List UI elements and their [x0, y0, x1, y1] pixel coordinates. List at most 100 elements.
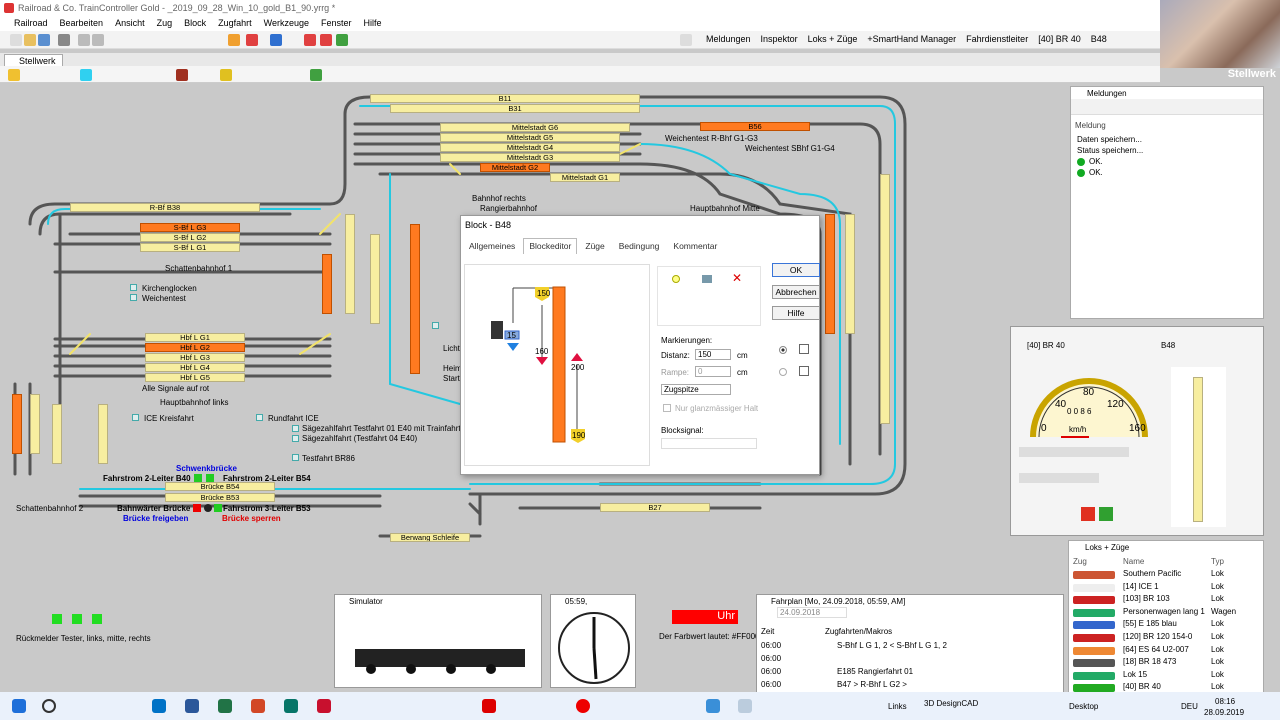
block-rbf-left[interactable] — [30, 394, 40, 454]
toolbar-loco[interactable]: [40] BR 40 — [1038, 34, 1081, 44]
block-g5[interactable]: Mittelstadt G5 — [440, 133, 620, 142]
image-tool-icon[interactable] — [310, 69, 322, 81]
block-mittelstadt-v[interactable] — [370, 234, 380, 324]
block-b41-left[interactable] — [12, 394, 22, 454]
taskbar-time[interactable]: 08:16 — [1215, 697, 1235, 706]
fahrplan-entry[interactable]: E185 Rangierfahrt 01 — [837, 667, 913, 676]
traincontroller-icon[interactable] — [738, 699, 752, 713]
redo-icon[interactable] — [92, 34, 104, 46]
taskbar-desktop[interactable]: Desktop — [1069, 702, 1098, 711]
indicator-bruecke-rot[interactable] — [193, 504, 201, 512]
indicator-bruecke-gruen[interactable] — [214, 504, 222, 512]
distanz-input[interactable]: 150 — [695, 349, 731, 360]
block-b41-v[interactable] — [345, 214, 355, 314]
brake-slider[interactable] — [1019, 473, 1099, 483]
block-editor-canvas[interactable]: 150 15 160 200 190 — [464, 264, 650, 466]
signal-icon[interactable] — [246, 34, 258, 46]
nur-glanz-checkbox[interactable] — [663, 404, 671, 412]
block-g2[interactable]: Mittelstadt G2 — [480, 163, 550, 172]
block-slg1[interactable]: S-Bf L G1 — [140, 243, 240, 252]
indicator-fahrstrom-2[interactable] — [206, 474, 214, 482]
block-b52-left[interactable] — [52, 404, 62, 464]
powerpoint-icon[interactable] — [251, 699, 265, 713]
new-icon[interactable] — [10, 34, 22, 46]
skype-icon[interactable] — [706, 699, 720, 713]
tab-kommentar[interactable]: Kommentar — [667, 238, 723, 254]
block-g3[interactable]: Mittelstadt G3 — [440, 153, 620, 162]
block-b31[interactable]: B31 — [390, 104, 640, 113]
button-saege2[interactable] — [292, 435, 299, 442]
tab-zuege[interactable]: Züge — [579, 238, 610, 254]
block-tool-icon[interactable] — [176, 69, 188, 81]
hilfe-button[interactable]: Hilfe — [772, 306, 820, 320]
button-weichentest[interactable] — [130, 294, 137, 301]
rampe-input[interactable]: 0 — [695, 366, 731, 377]
open-icon[interactable] — [24, 34, 36, 46]
toolbar-smarthand[interactable]: +SmartHand Manager — [867, 34, 956, 44]
tab-bedingung[interactable]: Bedingung — [613, 238, 666, 254]
emergency-icon[interactable] — [320, 34, 332, 46]
menu-block[interactable]: Block — [178, 16, 212, 31]
col-zeit[interactable]: Zeit — [761, 627, 774, 636]
globe-icon[interactable] — [270, 34, 282, 46]
indicator-rm-rechts[interactable] — [92, 614, 102, 624]
block-b54[interactable]: Brücke B54 — [165, 482, 275, 491]
taskbar-lang[interactable]: DEU — [1181, 702, 1198, 711]
button-kirchenglocken[interactable] — [130, 284, 137, 291]
block-hlg5[interactable]: Hbf L G5 — [145, 373, 245, 382]
abbrechen-button[interactable]: Abbrechen — [772, 285, 820, 299]
search-icon[interactable] — [42, 699, 56, 713]
indicator-fahrstrom-1[interactable] — [194, 474, 202, 482]
edit-mode-icon[interactable] — [228, 34, 240, 46]
word-icon[interactable] — [185, 699, 199, 713]
menu-bearbeiten[interactable]: Bearbeiten — [54, 16, 110, 31]
window-icon[interactable] — [799, 366, 809, 376]
print-icon[interactable] — [58, 34, 70, 46]
loco-name[interactable]: [40] BR 40 — [1123, 682, 1161, 691]
publisher-icon[interactable] — [284, 699, 298, 713]
radio-mark-2[interactable] — [779, 368, 787, 376]
block-hlg1[interactable]: Hbf L G1 — [145, 333, 245, 342]
block-g4[interactable]: Mittelstadt G4 — [440, 143, 620, 152]
pointer-icon[interactable] — [8, 69, 20, 81]
marker-15[interactable]: 15 — [507, 331, 516, 340]
delete-icon[interactable]: ✕ — [732, 271, 742, 285]
loco-name[interactable]: [103] BR 103 — [1123, 594, 1170, 603]
button-bruecke-freigeben[interactable]: Brücke freigeben — [123, 514, 188, 523]
fahrplan-entry[interactable]: S-Bhf L G 1, 2 < S-Bhf L G 1, 2 — [837, 641, 947, 650]
marker-200[interactable]: 200 — [571, 363, 584, 372]
save-icon[interactable] — [38, 34, 50, 46]
toolbar-loks-zuege[interactable]: Loks + Züge — [808, 34, 858, 44]
col-name[interactable]: Name — [1123, 557, 1144, 566]
menu-hilfe[interactable]: Hilfe — [358, 16, 388, 31]
block-oberring-v[interactable] — [880, 174, 890, 424]
col-zug[interactable]: Zug — [1073, 557, 1087, 566]
fahrplan-date[interactable]: 24.09.2018 — [777, 607, 847, 618]
copy-icon[interactable] — [702, 275, 712, 283]
run-icon[interactable] — [336, 34, 348, 46]
clock-icon[interactable] — [680, 34, 692, 46]
button-licht[interactable] — [432, 322, 439, 329]
block-b56[interactable]: B56 — [700, 122, 810, 131]
acrobat-icon[interactable] — [317, 699, 331, 713]
menu-zug[interactable]: Zug — [151, 16, 179, 31]
block-sbf-v1[interactable] — [825, 214, 835, 334]
indicator-rm-mitte[interactable] — [72, 614, 82, 624]
speed-slider[interactable] — [1019, 447, 1129, 457]
menu-ansicht[interactable]: Ansicht — [109, 16, 151, 31]
block-b14-v[interactable] — [410, 224, 420, 374]
toolbar-inspektor[interactable]: Inspektor — [761, 34, 798, 44]
block-berwang[interactable]: Berwang Schleife — [390, 533, 470, 542]
signal-tool-icon[interactable] — [220, 69, 232, 81]
menu-werkzeuge[interactable]: Werkzeuge — [258, 16, 315, 31]
tab-blockeditor[interactable]: Blockeditor — [523, 238, 578, 254]
button-bruecke-sperren[interactable]: Brücke sperren — [222, 514, 281, 523]
marker-190[interactable]: 190 — [572, 431, 585, 440]
taskbar-date[interactable]: 28.09.2019 — [1204, 708, 1244, 717]
block-hlg4[interactable]: Hbf L G4 — [145, 363, 245, 372]
grid-icon[interactable] — [799, 344, 809, 354]
stop-icon[interactable] — [304, 34, 316, 46]
ok-button[interactable]: OK — [772, 263, 820, 277]
menu-railroad[interactable]: Railroad — [8, 16, 54, 31]
tab-allgemeines[interactable]: Allgemeines — [463, 238, 521, 254]
